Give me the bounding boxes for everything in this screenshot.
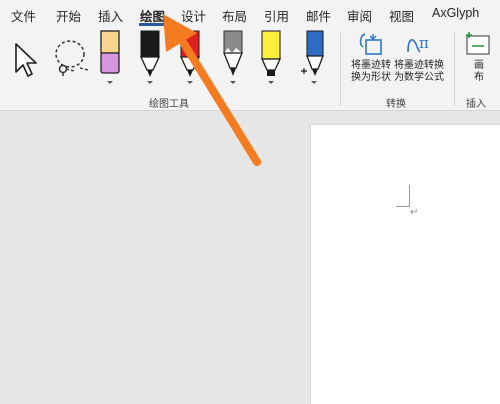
tab-home[interactable]: 开始 bbox=[56, 6, 81, 25]
tab-design[interactable]: 设计 bbox=[181, 6, 206, 25]
ink-to-shape-label: 将墨迹转 换为形状 bbox=[351, 60, 391, 83]
tab-axglyph[interactable]: AxGlyph bbox=[432, 6, 479, 20]
pen-tool-2[interactable] bbox=[137, 30, 163, 78]
draw-ribbon: 绘图工具 将墨迹转 换为形状 π 将墨迹转换 为数学公式 转换 画 布 插入 bbox=[0, 28, 500, 111]
highlighter-dropdown-icon[interactable] bbox=[268, 81, 274, 84]
ink-to-shape-icon bbox=[359, 33, 382, 55]
pen-icon bbox=[100, 30, 120, 74]
ink-to-shape-button[interactable]: 将墨迹转 换为形状 bbox=[348, 30, 394, 88]
tab-file[interactable]: 文件 bbox=[11, 6, 36, 25]
pen-3-dropdown-icon[interactable] bbox=[187, 81, 193, 84]
document-page[interactable] bbox=[310, 124, 500, 404]
pencil-icon bbox=[223, 30, 243, 76]
pen-tool-4[interactable] bbox=[220, 30, 246, 78]
word-window: 文件 开始 插入 绘图 设计 布局 引用 邮件 审阅 视图 AxGlyph 绘图… bbox=[0, 0, 500, 404]
drawing-canvas-button[interactable]: 画布 bbox=[460, 30, 498, 88]
ink-to-math-icon: π bbox=[407, 34, 429, 53]
pen-tool-1[interactable] bbox=[98, 30, 122, 78]
group-label-insert: 插入 bbox=[466, 99, 486, 110]
highlighter-icon bbox=[260, 30, 282, 76]
action-pen-icon bbox=[301, 30, 324, 76]
pen-icon bbox=[179, 30, 201, 77]
tab-references[interactable]: 引用 bbox=[264, 6, 289, 25]
group-label-convert: 转换 bbox=[386, 99, 406, 110]
group-separator bbox=[454, 32, 455, 106]
text-margin-corner-mark bbox=[396, 185, 410, 207]
pen-tool-3[interactable] bbox=[177, 30, 203, 78]
tab-mailings[interactable]: 邮件 bbox=[306, 6, 331, 25]
ink-to-math-label: 将墨迹转换 为数学公式 bbox=[394, 60, 444, 83]
paragraph-mark: ↵ bbox=[410, 207, 419, 218]
select-arrow-icon bbox=[15, 43, 37, 77]
tab-insert[interactable]: 插入 bbox=[98, 6, 123, 25]
action-pen-tool[interactable] bbox=[300, 30, 328, 78]
tab-layout[interactable]: 布局 bbox=[222, 6, 247, 25]
select-tool-button[interactable] bbox=[12, 42, 40, 78]
lasso-select-button[interactable] bbox=[50, 38, 92, 80]
pen-1-dropdown-icon[interactable] bbox=[107, 81, 113, 84]
ribbon-tab-bar: 文件 开始 插入 绘图 设计 布局 引用 邮件 审阅 视图 AxGlyph bbox=[0, 0, 500, 28]
group-separator bbox=[340, 32, 341, 106]
svg-text:π: π bbox=[419, 34, 429, 52]
drawing-canvas-icon bbox=[466, 32, 490, 55]
pen-icon bbox=[139, 30, 161, 77]
highlighter-tool[interactable] bbox=[258, 30, 284, 78]
tab-review[interactable]: 审阅 bbox=[347, 6, 372, 25]
pen-4-dropdown-icon[interactable] bbox=[230, 81, 236, 84]
lasso-select-icon bbox=[55, 40, 89, 76]
pen-2-dropdown-icon[interactable] bbox=[147, 81, 153, 84]
drawing-canvas-label: 画布 bbox=[474, 60, 484, 83]
tab-view[interactable]: 视图 bbox=[389, 6, 414, 25]
active-tab-indicator bbox=[139, 23, 165, 26]
ink-to-math-button[interactable]: π 将墨迹转换 为数学公式 bbox=[394, 30, 444, 88]
action-pen-dropdown-icon[interactable] bbox=[311, 81, 317, 84]
group-label-draw-tools: 绘图工具 bbox=[149, 99, 189, 110]
